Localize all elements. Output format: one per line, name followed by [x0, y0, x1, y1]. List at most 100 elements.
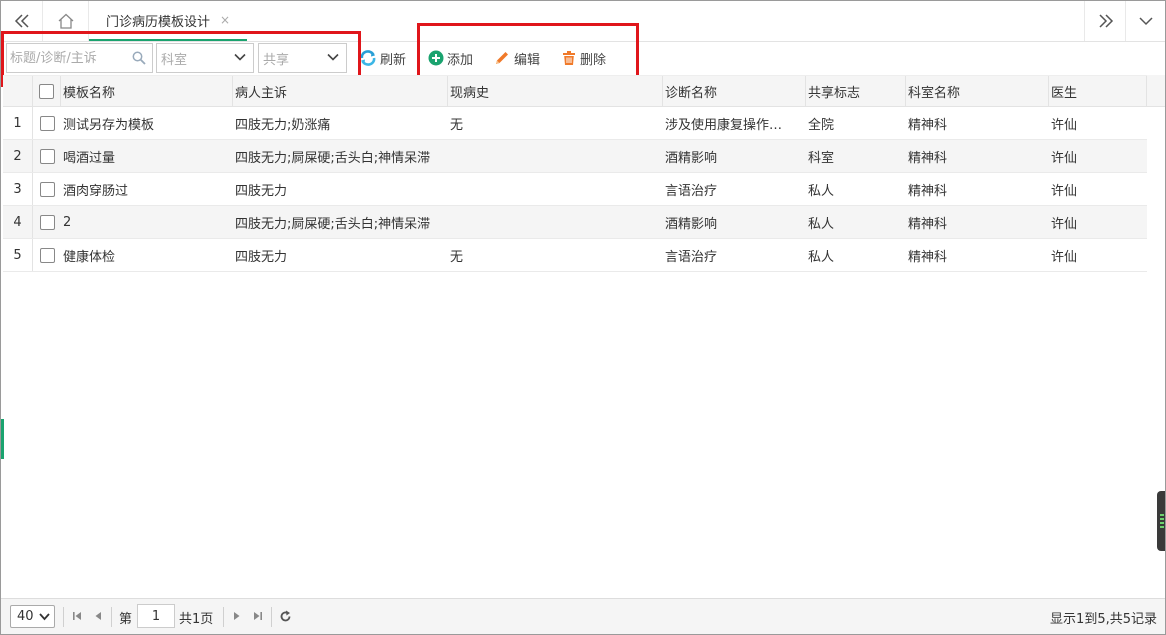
- page-total: 共1页: [179, 612, 214, 627]
- prev-page-button[interactable]: [91, 608, 105, 624]
- scroll-tabs-left-button[interactable]: [1, 1, 43, 41]
- prev-page-icon: [95, 612, 101, 620]
- cell-history: [450, 173, 663, 205]
- cell-complaint: 四肢无力;屙屎硬;舌头白;神情呆滞: [235, 216, 431, 232]
- cell-doctor: 许仙: [1051, 216, 1078, 232]
- tab-outpatient-record-template[interactable]: 门诊病历模板设计 ×: [89, 1, 247, 41]
- edit-button[interactable]: 编辑: [493, 48, 540, 68]
- cell-complaint: 四肢无力: [235, 249, 288, 265]
- cell-dept: 精神科: [908, 216, 948, 232]
- cell-doctor: 许仙: [1051, 183, 1078, 199]
- col-header-doctor[interactable]: 医生: [1049, 76, 1147, 106]
- last-page-button[interactable]: [251, 608, 265, 624]
- divider: [271, 607, 272, 627]
- col-header-complaint[interactable]: 病人主诉: [233, 76, 448, 106]
- current-page-input[interactable]: [137, 604, 175, 628]
- page-size-value: 40: [17, 609, 34, 624]
- cell-doctor: 许仙: [1051, 150, 1078, 166]
- close-tab-icon[interactable]: ×: [220, 13, 230, 27]
- col-header-dept[interactable]: 科室名称: [906, 76, 1049, 106]
- chevron-down-icon: [39, 613, 50, 621]
- search-box: [6, 43, 153, 73]
- refresh-button[interactable]: 刷新: [359, 48, 406, 68]
- cell-doctor: 许仙: [1051, 117, 1078, 133]
- app-window: 门诊病历模板设计 × 科室 共享 刷新: [0, 0, 1166, 635]
- edit-label: 编辑: [514, 52, 541, 68]
- cell-diagnosis: 涉及使用康复操作…: [665, 117, 783, 133]
- cell-name: 健康体检: [63, 249, 116, 265]
- table-row[interactable]: 1 测试另存为模板 四肢无力;奶涨痛 无 涉及使用康复操作… 全院 精神科 许仙: [3, 107, 1147, 140]
- share-select-value: 共享: [263, 52, 290, 68]
- row-number: 3: [3, 173, 33, 205]
- cell-name: 2: [63, 214, 72, 230]
- delete-label: 删除: [580, 52, 607, 68]
- chevron-down-icon: [327, 53, 339, 61]
- search-icon[interactable]: [132, 51, 146, 65]
- page-size-select[interactable]: 40: [10, 605, 55, 628]
- page-prefix: 第: [119, 612, 133, 627]
- handle-grip: [1160, 518, 1164, 520]
- row-checkbox[interactable]: [39, 247, 55, 263]
- cell-diagnosis: 言语治疗: [665, 183, 718, 199]
- left-accent-bar: [1, 419, 4, 459]
- table-header: 模板名称 病人主诉 现病史 诊断名称 共享标志 科室名称 医生: [3, 75, 1147, 107]
- table-row[interactable]: 2 喝酒过量 四肢无力;屙屎硬;舌头白;神情呆滞 酒精影响 科室 精神科 许仙: [3, 140, 1147, 173]
- row-select-cell: [33, 239, 61, 271]
- home-tab[interactable]: [43, 1, 89, 41]
- cell-share: 私人: [808, 183, 835, 199]
- tab-menu-button[interactable]: [1125, 1, 1165, 41]
- dept-select[interactable]: 科室: [156, 43, 254, 73]
- reload-button[interactable]: [278, 608, 292, 624]
- search-input[interactable]: [7, 44, 127, 72]
- divider: [63, 607, 64, 627]
- side-panel-handle[interactable]: [1157, 491, 1165, 551]
- cell-doctor: 许仙: [1051, 249, 1078, 265]
- row-select-cell: [33, 206, 61, 238]
- reload-icon: [280, 610, 290, 621]
- cell-diagnosis: 言语治疗: [665, 249, 718, 265]
- col-header-history[interactable]: 现病史: [448, 76, 663, 106]
- delete-button[interactable]: 删除: [561, 48, 606, 68]
- cell-complaint: 四肢无力;奶涨痛: [235, 117, 331, 133]
- scroll-tabs-right-button[interactable]: [1084, 1, 1126, 41]
- row-checkbox[interactable]: [39, 214, 55, 230]
- share-select[interactable]: 共享: [258, 43, 347, 73]
- pencil-icon: [493, 50, 511, 66]
- col-header-name[interactable]: 模板名称: [61, 76, 233, 106]
- cell-history: [450, 140, 663, 172]
- cell-dept: 精神科: [908, 150, 948, 166]
- cell-share: 科室: [808, 150, 835, 166]
- table-row[interactable]: 5 健康体检 四肢无力 无 言语治疗 私人 精神科 许仙: [3, 239, 1147, 272]
- row-checkbox[interactable]: [39, 115, 55, 131]
- cell-dept: 精神科: [908, 183, 948, 199]
- col-header-share[interactable]: 共享标志: [806, 76, 906, 106]
- select-all-checkbox[interactable]: [39, 83, 54, 99]
- add-button[interactable]: 添加: [428, 48, 473, 68]
- record-summary: 显示1到5,共5记录: [1050, 612, 1157, 627]
- home-icon: [58, 13, 73, 29]
- next-page-button[interactable]: [230, 608, 244, 624]
- table-row[interactable]: 3 酒肉穿肠过 四肢无力 言语治疗 私人 精神科 许仙: [3, 173, 1147, 206]
- chevron-down-icon: [234, 53, 246, 61]
- row-select-cell: [33, 140, 61, 172]
- dept-select-value: 科室: [161, 52, 188, 68]
- first-page-button[interactable]: [70, 608, 84, 624]
- cell-share: 私人: [808, 249, 835, 265]
- header-filler: [1147, 75, 1165, 107]
- col-header-diagnosis[interactable]: 诊断名称: [663, 76, 806, 106]
- cell-dept: 精神科: [908, 117, 948, 133]
- row-checkbox[interactable]: [39, 148, 55, 164]
- cell-name: 喝酒过量: [63, 150, 116, 166]
- tab-bar: 门诊病历模板设计 ×: [1, 1, 1165, 42]
- handle-grip: [1160, 526, 1164, 528]
- table-row[interactable]: 4 2 四肢无力;屙屎硬;舌头白;神情呆滞 酒精影响 私人 精神科 许仙: [3, 206, 1147, 239]
- toolbar: 科室 共享 刷新 添加 编辑: [1, 42, 1165, 75]
- cell-diagnosis: 酒精影响: [665, 150, 718, 166]
- cell-complaint: 四肢无力;屙屎硬;舌头白;神情呆滞: [235, 150, 431, 166]
- handle-grip: [1160, 522, 1164, 524]
- select-all-cell: [33, 76, 61, 106]
- cell-diagnosis: 酒精影响: [665, 216, 718, 232]
- row-number: 5: [3, 239, 33, 271]
- row-checkbox[interactable]: [39, 181, 55, 197]
- first-page-icon: [73, 612, 81, 620]
